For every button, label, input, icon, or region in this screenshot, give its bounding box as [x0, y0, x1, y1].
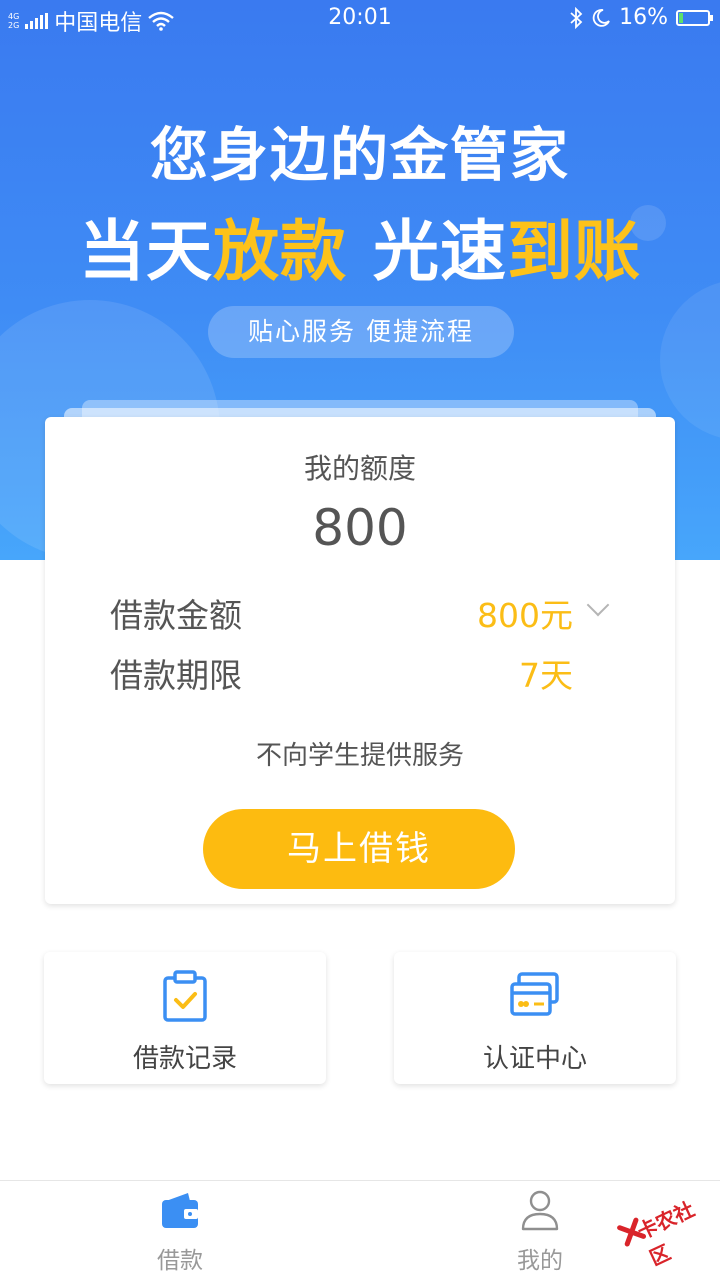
credit-card-icon: [510, 972, 559, 1016]
loan-card: 我的额度 800 借款金额 800元 借款期限 7天 不向学生提供服务 马上借钱: [45, 417, 675, 904]
clipboard-check-icon: [163, 970, 207, 1022]
tab-borrow-label: 借款: [157, 1248, 203, 1274]
amount-value-select[interactable]: 800元: [477, 589, 573, 637]
loan-records-label: 借款记录: [132, 1044, 237, 1074]
tab-mine-label: 我的: [517, 1248, 563, 1274]
status-bar: 4G 2G 中国电信 20:01 16%: [0, 0, 720, 36]
battery-icon: [676, 9, 713, 26]
moon-icon: [592, 8, 610, 27]
decorative-bubble: [660, 280, 720, 440]
bottom-tab-bar: 借款 我的: [0, 1180, 720, 1281]
tagline-pill: 贴心服务 便捷流程: [208, 306, 514, 358]
borrow-now-button[interactable]: 马上借钱: [203, 809, 515, 889]
hero-subheadline: 当天放款 光速到账: [0, 198, 720, 294]
tab-borrow[interactable]: 借款: [90, 1181, 270, 1281]
verification-center-tile[interactable]: 认证中心: [394, 952, 676, 1084]
term-label: 借款期限: [110, 656, 242, 695]
battery-percent: 16%: [619, 5, 668, 30]
user-icon: [521, 1190, 559, 1231]
wallet-icon: [162, 1193, 198, 1228]
student-notice: 不向学生提供服务: [255, 741, 464, 771]
amount-label: 借款金额: [110, 596, 242, 635]
headline-part: 当天: [79, 213, 213, 290]
headline-part: 光速: [373, 213, 507, 290]
chevron-down-icon[interactable]: [586, 593, 610, 617]
term-value[interactable]: 7天: [519, 649, 573, 697]
quota-amount: 800: [312, 499, 408, 557]
verification-center-label: 认证中心: [482, 1044, 587, 1074]
headline-highlight: 到账: [507, 213, 641, 290]
quota-label: 我的额度: [303, 452, 416, 485]
hero-headline: 您身边的金管家: [149, 121, 570, 189]
loan-records-tile[interactable]: 借款记录: [44, 952, 326, 1084]
bluetooth-icon: [570, 6, 583, 29]
tab-mine[interactable]: 我的: [450, 1181, 630, 1281]
headline-highlight: 放款: [213, 213, 347, 290]
